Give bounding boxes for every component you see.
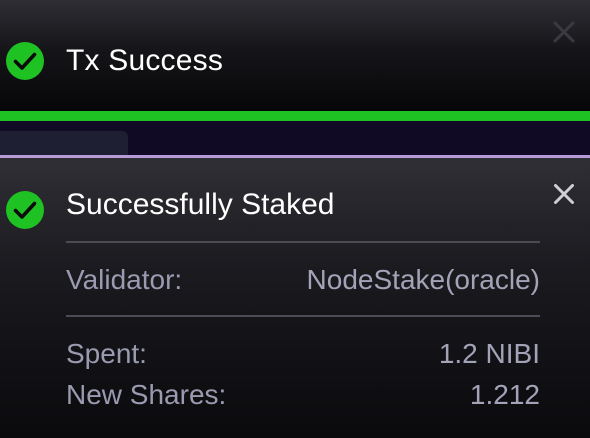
stake-success-toast: Successfully Staked Validator: NodeStake…	[0, 155, 590, 438]
new-shares-row: New Shares: 1.212	[66, 378, 540, 412]
divider	[66, 241, 540, 243]
toast-title: Successfully Staked	[66, 188, 335, 221]
validator-row: Validator: NodeStake(oracle)	[66, 263, 540, 297]
check-circle-icon	[6, 191, 44, 229]
tx-success-toast: Tx Success	[0, 0, 590, 112]
check-circle-icon	[6, 42, 44, 80]
background-card	[0, 131, 128, 157]
close-icon[interactable]	[552, 20, 576, 44]
validator-value: NodeStake(oracle)	[306, 264, 540, 295]
background-panel	[0, 121, 590, 157]
toast-title: Tx Success	[66, 44, 224, 77]
new-shares-value: 1.212	[469, 379, 540, 410]
toast-progress-bar	[0, 111, 590, 121]
new-shares-label: New Shares:	[66, 379, 227, 410]
spent-label: Spent:	[66, 338, 147, 369]
toast-progress-fill	[0, 111, 590, 121]
validator-label: Validator:	[66, 264, 183, 295]
spent-row: Spent: 1.2 NIBI	[66, 337, 540, 371]
spent-value: 1.2 NIBI	[438, 338, 540, 369]
close-icon[interactable]	[552, 182, 576, 206]
divider	[66, 315, 540, 317]
